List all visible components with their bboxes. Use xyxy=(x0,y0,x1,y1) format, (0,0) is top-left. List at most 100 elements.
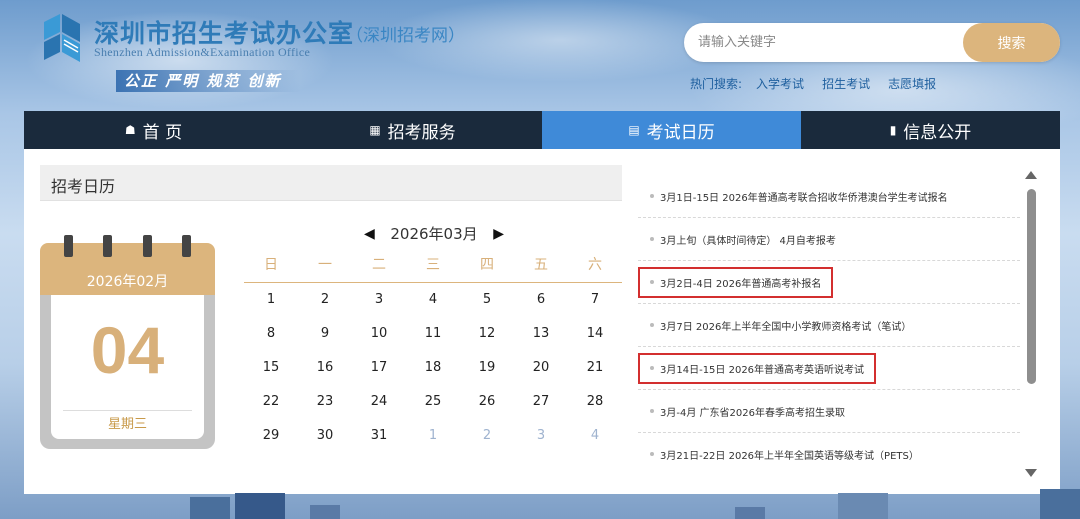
calendar-day-cell[interactable]: 3 xyxy=(352,283,406,317)
bullet-icon xyxy=(650,366,654,370)
binder-ring-icon xyxy=(143,235,152,257)
calendar-day-cell[interactable]: 7 xyxy=(568,283,622,317)
calendar-day-cell[interactable]: 14 xyxy=(568,317,622,351)
weekday-label: 二 xyxy=(372,257,386,273)
event-item[interactable]: 3月上旬（具体时间待定） 4月自考报考 xyxy=(638,218,1020,261)
calendar-day-cell[interactable]: 5 xyxy=(460,283,514,317)
desk-calendar-body: 04 星期三 xyxy=(40,295,215,449)
calendar-day-cell[interactable]: 16 xyxy=(298,351,352,385)
calendar-day-cell[interactable]: 23 xyxy=(298,385,352,419)
event-item[interactable]: 3月14日-15日 2026年普通高考英语听说考试 xyxy=(638,347,1020,390)
nav-item-services[interactable]: ▦ 招考服务 xyxy=(283,111,542,149)
calendar-day-cell[interactable]: 29 xyxy=(244,419,298,453)
bullet-icon xyxy=(650,452,654,456)
calendar-day-cell[interactable]: 10 xyxy=(352,317,406,351)
event-item[interactable]: 3月2日-4日 2026年普通高考补报名 xyxy=(638,261,1020,304)
calendar-day-cell[interactable]: 17 xyxy=(352,351,406,385)
month-label: 2026年03月 xyxy=(390,225,478,243)
calendar-panel: 招考日历 2026年02月 04 星期三 ◀ 2026年03月 ▶ 日 一 二 三 四 五… xyxy=(24,149,1060,494)
calendar-day-cell[interactable]: 25 xyxy=(406,385,460,419)
nav-item-info[interactable]: ▮ 信息公开 xyxy=(801,111,1060,149)
event-text: 3月21日-22日 2026年上半年全国英语等级考试（PETS） xyxy=(660,450,919,462)
calendar-day-cell[interactable]: 4 xyxy=(406,283,460,317)
search-box: 搜索 xyxy=(684,23,1060,62)
desk-calendar-day: 04 xyxy=(90,313,165,387)
calendar-day-cell[interactable]: 31 xyxy=(352,419,406,453)
calendar-day-cell[interactable]: 4 xyxy=(568,419,622,453)
event-text: 3月1日-15日 2026年普通高考联合招收华侨港澳台学生考试报名 xyxy=(660,192,948,204)
calendar-day-cell[interactable]: 18 xyxy=(406,351,460,385)
bullet-icon xyxy=(650,280,654,284)
calendar-day-cell[interactable]: 9 xyxy=(298,317,352,351)
calendar-day-cell[interactable]: 26 xyxy=(460,385,514,419)
nav-item-calendar[interactable]: ▤ 考试日历 xyxy=(542,111,801,149)
weekday-header: 日一二三四五六 xyxy=(244,247,622,283)
panel-header: 招考日历 xyxy=(40,165,622,201)
calendar-week-row: 15 16 17 18 19 20 21 xyxy=(244,351,622,385)
event-list: 3月1日-15日 2026年普通高考联合招收华侨港澳台学生考试报名 3月上旬（具体… xyxy=(638,175,1020,475)
scroll-up-icon[interactable] xyxy=(1025,171,1037,179)
grid-icon: ▦ xyxy=(369,123,381,137)
hot-search-link[interactable]: 入学考试 xyxy=(756,75,804,92)
nav-item-label: 招考服务 xyxy=(387,122,456,143)
site-title-en: Shenzhen Admission&Examination Office xyxy=(94,45,311,59)
scroll-down-icon[interactable] xyxy=(1025,469,1037,477)
site-title-sub: （深圳招考网） xyxy=(346,26,465,46)
event-text: 3月7日 2026年上半年全国中小学教师资格考试（笔试） xyxy=(660,321,912,333)
calendar-day-cell[interactable]: 30 xyxy=(298,419,352,453)
prev-month-icon[interactable]: ◀ xyxy=(364,226,375,242)
event-item[interactable]: 3月21日-22日 2026年上半年全国英语等级考试（PETS） xyxy=(638,433,1020,475)
month-navigator: ◀ 2026年03月 ▶ xyxy=(364,223,504,244)
next-month-icon[interactable]: ▶ xyxy=(493,226,504,242)
calendar-day-cell[interactable]: 12 xyxy=(460,317,514,351)
calendar-day-cell[interactable]: 19 xyxy=(460,351,514,385)
search-button[interactable]: 搜索 xyxy=(963,23,1060,62)
calendar-day-cell[interactable]: 8 xyxy=(244,317,298,351)
calendar-day-cell[interactable]: 11 xyxy=(406,317,460,351)
calendar-week-row: 8 9 10 11 12 13 14 xyxy=(244,317,622,351)
calendar-day-cell[interactable]: 21 xyxy=(568,351,622,385)
calendar-day-cell[interactable]: 22 xyxy=(244,385,298,419)
city-skyline xyxy=(0,489,1080,519)
document-icon: ▮ xyxy=(889,123,897,137)
nav-item-home[interactable]: ☗ 首 页 xyxy=(24,111,283,149)
calendar-day-cell[interactable]: 15 xyxy=(244,351,298,385)
desk-calendar-page: 04 星期三 xyxy=(51,295,204,439)
calendar-day-cell[interactable]: 20 xyxy=(514,351,568,385)
binder-ring-icon xyxy=(64,235,73,257)
event-text: 3月-4月 广东省2026年春季高考招生录取 xyxy=(660,407,845,419)
calendar-week-row: 29 30 31 1 2 3 4 xyxy=(244,419,622,453)
calendar-week-row: 1234567 xyxy=(244,283,622,317)
hot-search-link[interactable]: 志愿填报 xyxy=(888,75,936,92)
event-item[interactable]: 3月-4月 广东省2026年春季高考招生录取 xyxy=(638,390,1020,433)
calendar-day-cell[interactable]: 2 xyxy=(298,283,352,317)
calendar-day-cell[interactable]: 3 xyxy=(514,419,568,453)
calendar-day-cell[interactable]: 28 xyxy=(568,385,622,419)
calendar-day-cell[interactable]: 13 xyxy=(514,317,568,351)
event-text: 3月14日-15日 2026年普通高考英语听说考试 xyxy=(660,364,865,376)
main-nav: ☗ 首 页 ▦ 招考服务 ▤ 考试日历 ▮ 信息公开 xyxy=(24,111,1060,149)
binder-ring-icon xyxy=(103,235,112,257)
calendar-day-cell[interactable]: 1 xyxy=(244,283,298,317)
scrollbar-thumb[interactable] xyxy=(1027,189,1036,384)
nav-item-label: 首 页 xyxy=(142,122,183,143)
calendar-day-cell[interactable]: 2 xyxy=(460,419,514,453)
calendar-day-cell[interactable]: 1 xyxy=(406,419,460,453)
event-text: 3月上旬（具体时间待定） 4月自考报考 xyxy=(660,235,836,247)
home-icon: ☗ xyxy=(124,123,136,137)
divider xyxy=(63,410,192,411)
calendar-day-cell[interactable]: 27 xyxy=(514,385,568,419)
scrollbar[interactable] xyxy=(1024,167,1038,477)
calendar-icon: ▤ xyxy=(628,123,640,137)
bullet-icon xyxy=(650,323,654,327)
panel-title: 招考日历 xyxy=(51,177,116,196)
hot-search-link[interactable]: 招生考试 xyxy=(822,75,870,92)
calendar-day-cell[interactable]: 6 xyxy=(514,283,568,317)
hot-search-label: 热门搜索: xyxy=(690,77,743,91)
event-item[interactable]: 3月7日 2026年上半年全国中小学教师资格考试（笔试） xyxy=(638,304,1020,347)
calendar-day-cell[interactable]: 24 xyxy=(352,385,406,419)
hot-search: 热门搜索: 入学考试 招生考试 志愿填报 xyxy=(690,75,936,92)
weekday-label: 六 xyxy=(588,257,602,273)
event-item[interactable]: 3月1日-15日 2026年普通高考联合招收华侨港澳台学生考试报名 xyxy=(638,175,1020,218)
search-input[interactable] xyxy=(698,31,958,53)
